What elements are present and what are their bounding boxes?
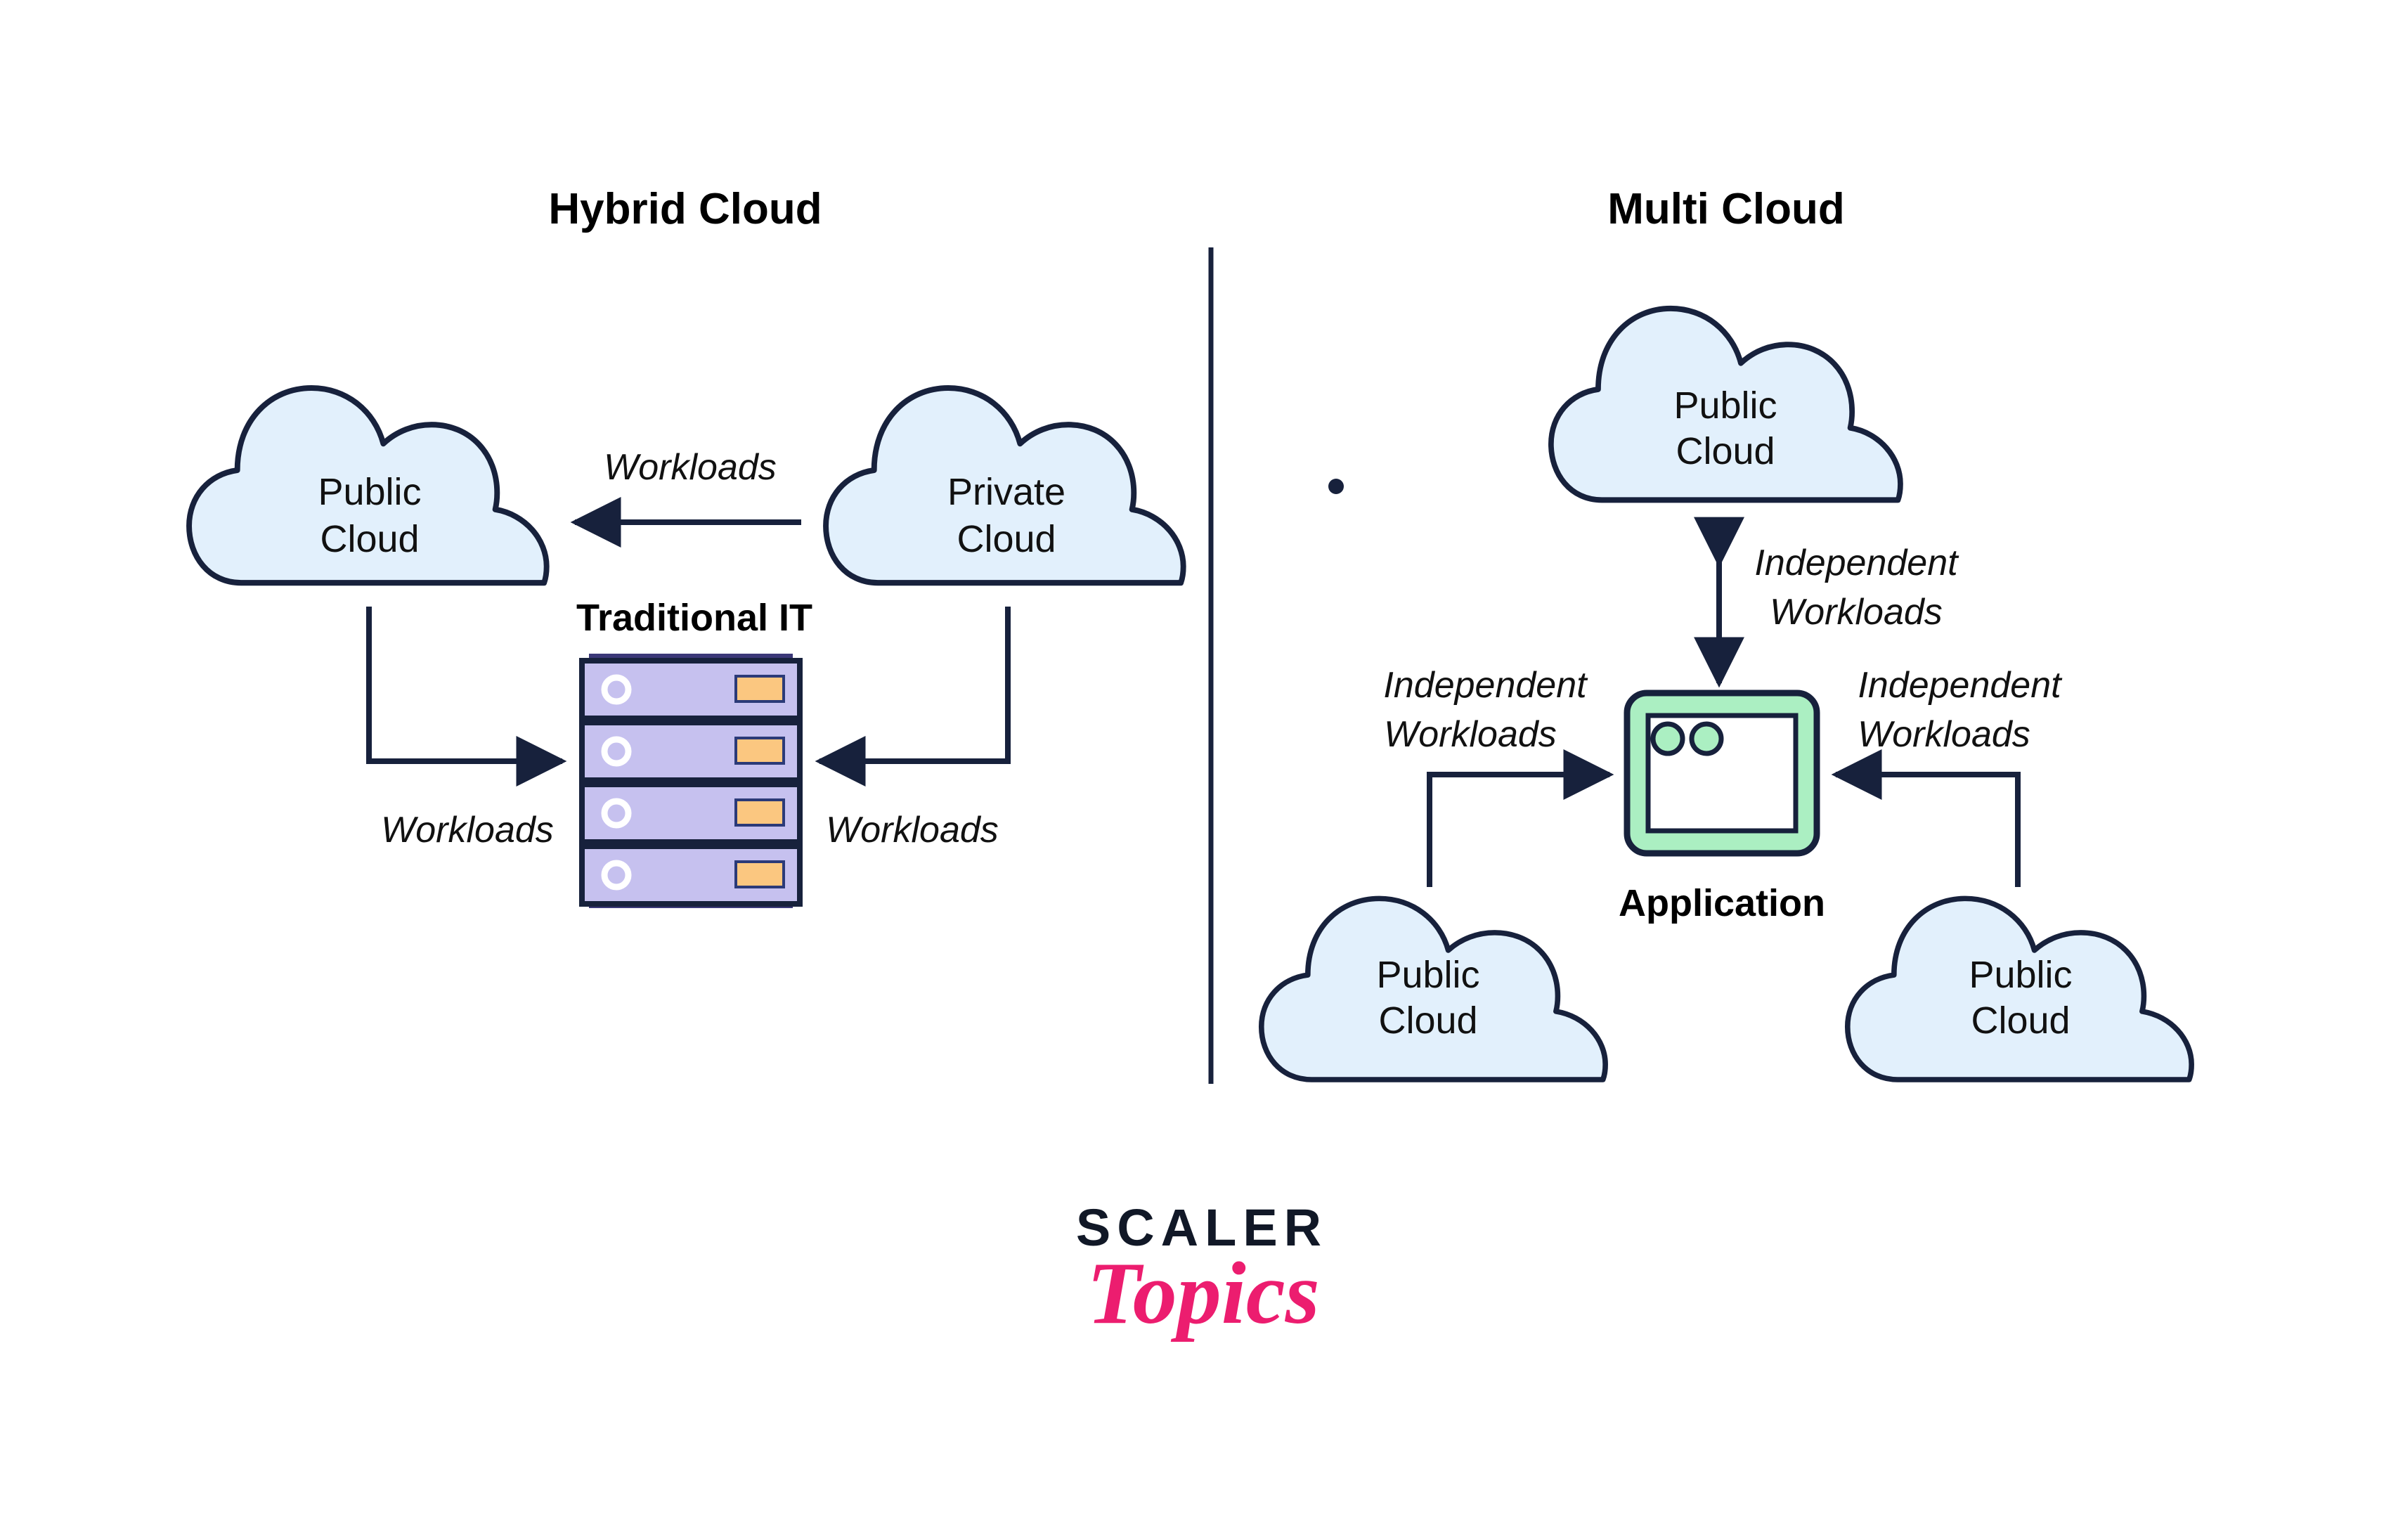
hybrid-public-cloud-label-line1: Public bbox=[318, 471, 421, 513]
multi-cloud-title: Multi Cloud bbox=[1607, 185, 1844, 233]
arrow-public-to-traditional-it bbox=[366, 607, 567, 787]
multi-left-public-cloud-node[interactable]: Public Cloud bbox=[1262, 898, 1605, 1080]
server-led-icon bbox=[734, 737, 785, 765]
hybrid-private-cloud-label-line1: Private bbox=[947, 471, 1065, 513]
hybrid-private-cloud-label-line2: Cloud bbox=[957, 518, 1056, 560]
edge-label-top-line2: Workloads bbox=[1770, 592, 1943, 633]
arrow-right-cloud-to-application bbox=[1831, 749, 2021, 887]
window-dot-icon bbox=[1689, 721, 1724, 756]
server-led-icon bbox=[734, 675, 785, 703]
hybrid-cloud-title: Hybrid Cloud bbox=[548, 185, 822, 233]
multi-right-cloud-label-line1: Public bbox=[1969, 954, 2072, 996]
hybrid-cloud-group: Public Cloud Private Cloud Workloads Tra… bbox=[189, 388, 1184, 908]
edge-label-right-line1: Independent bbox=[1858, 665, 2063, 706]
edge-label-private-to-traditional-it: Workloads bbox=[826, 810, 999, 850]
edge-label-private-to-public: Workloads bbox=[604, 447, 777, 488]
edge-label-left-line2: Workloads bbox=[1384, 714, 1557, 755]
multi-left-cloud-label-line2: Cloud bbox=[1378, 999, 1477, 1042]
diagram-canvas: Hybrid Cloud Multi Cloud Public Cloud Pr… bbox=[0, 0, 2391, 1540]
server-unit bbox=[579, 720, 803, 783]
edge-label-right-line2: Workloads bbox=[1858, 714, 2030, 755]
hybrid-public-cloud-label-line2: Cloud bbox=[320, 518, 419, 560]
multi-right-cloud-label-line2: Cloud bbox=[1971, 999, 2070, 1042]
hybrid-public-cloud-node[interactable]: Public Cloud bbox=[189, 388, 547, 583]
application-label: Application bbox=[1619, 882, 1825, 924]
multi-top-cloud-label-line2: Cloud bbox=[1676, 430, 1775, 472]
multi-top-cloud-label-line1: Public bbox=[1673, 384, 1777, 427]
stray-dot bbox=[1328, 479, 1344, 494]
server-unit bbox=[579, 658, 803, 721]
arrow-left-cloud-to-application bbox=[1427, 749, 1614, 887]
edge-label-public-to-traditional-it: Workloads bbox=[381, 810, 554, 850]
server-unit bbox=[579, 782, 803, 845]
application-node[interactable]: Application bbox=[1619, 690, 1825, 924]
arrow-private-to-traditional-it bbox=[815, 607, 1011, 787]
edge-label-top-line1: Independent bbox=[1754, 543, 1959, 583]
scaler-topics-logo: SCALER Topics bbox=[1076, 1198, 1321, 1342]
cloud-architecture-diagram: Hybrid Cloud Multi Cloud Public Cloud Pr… bbox=[0, 185, 2391, 1342]
hybrid-private-cloud-node[interactable]: Private Cloud bbox=[826, 388, 1184, 583]
traditional-it-label: Traditional IT bbox=[576, 597, 812, 639]
traditional-it-server-stack[interactable] bbox=[579, 654, 803, 908]
window-dot-icon bbox=[1650, 721, 1685, 756]
multi-right-public-cloud-node[interactable]: Public Cloud bbox=[1848, 898, 2191, 1080]
edge-label-left-line1: Independent bbox=[1383, 665, 1588, 706]
server-led-icon bbox=[734, 860, 785, 888]
multi-cloud-group: Public Cloud Independent Workloads Appli… bbox=[1262, 309, 2191, 1080]
logo-scriptmark: Topics bbox=[1087, 1245, 1319, 1342]
server-led-icon bbox=[734, 798, 785, 827]
server-unit bbox=[579, 843, 803, 907]
multi-left-cloud-label-line1: Public bbox=[1376, 954, 1479, 996]
multi-top-public-cloud-node[interactable]: Public Cloud bbox=[1551, 309, 1900, 500]
